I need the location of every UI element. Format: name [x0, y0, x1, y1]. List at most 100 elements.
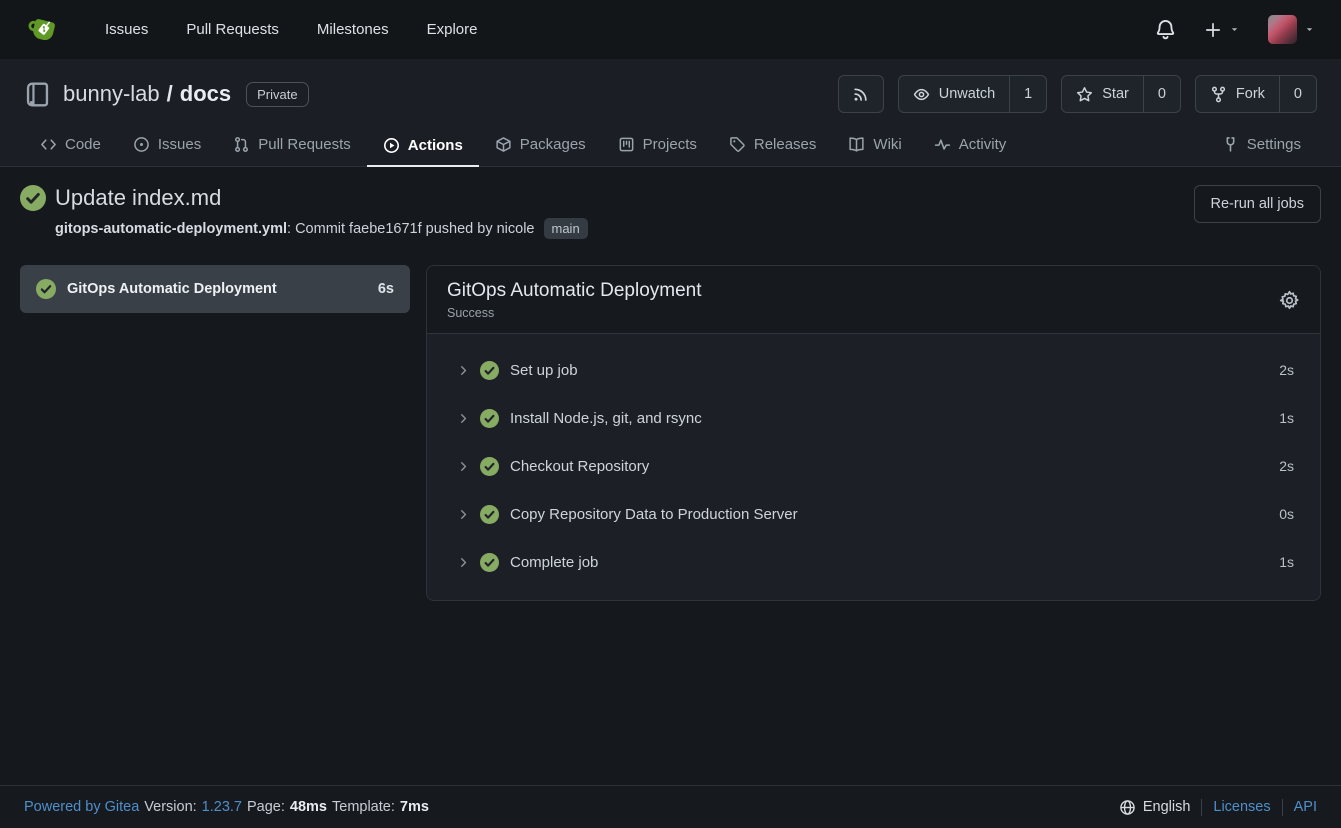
step-success-check-icon — [480, 409, 499, 428]
job-list-item-selected[interactable]: GitOps Automatic Deployment 6s — [20, 265, 410, 313]
step-row[interactable]: Set up job 2s — [427, 346, 1320, 394]
tab-wiki[interactable]: Wiki — [832, 123, 917, 166]
language-label: English — [1143, 799, 1191, 815]
step-success-check-icon — [480, 505, 499, 524]
plus-icon — [1204, 21, 1222, 39]
step-success-check-icon — [480, 457, 499, 476]
run-subtitle: gitops-automatic-deployment.yml : Commit… — [55, 218, 588, 239]
job-detail-panel: GitOps Automatic Deployment Success Set … — [426, 265, 1321, 601]
step-duration: 2s — [1279, 458, 1294, 474]
tab-label: Projects — [643, 136, 697, 153]
nav-link-issues[interactable]: Issues — [86, 21, 167, 38]
stars-count[interactable]: 0 — [1143, 76, 1180, 112]
chevron-right-icon[interactable] — [457, 412, 470, 425]
nav-link-milestones[interactable]: Milestones — [298, 21, 408, 38]
job-status-text: Success — [447, 306, 702, 320]
language-selector[interactable]: English — [1119, 799, 1191, 816]
package-cube-icon — [495, 136, 512, 153]
rss-icon — [852, 76, 869, 112]
tag-icon — [729, 136, 746, 153]
chevron-right-icon[interactable] — [457, 556, 470, 569]
job-detail-title: GitOps Automatic Deployment — [447, 280, 702, 302]
tab-actions[interactable]: Actions — [367, 124, 479, 167]
tab-pull-requests[interactable]: Pull Requests — [217, 123, 367, 166]
step-row[interactable]: Complete job 1s — [427, 538, 1320, 586]
star-button[interactable]: Star — [1062, 76, 1143, 112]
step-name: Install Node.js, git, and rsync — [510, 410, 1269, 427]
step-name: Copy Repository Data to Production Serve… — [510, 506, 1269, 523]
powered-by-gitea-link[interactable]: Powered by Gitea — [24, 799, 139, 815]
avatar — [1268, 15, 1297, 44]
rerun-all-jobs-button[interactable]: Re-run all jobs — [1194, 185, 1322, 223]
actions-run-page: Update index.md gitops-automatic-deploym… — [0, 167, 1341, 785]
template-label: Template: — [332, 799, 395, 815]
star-icon — [1076, 86, 1093, 103]
repo-header: bunny-lab / docs Private Unwatch 1 — [0, 59, 1341, 167]
issue-icon — [133, 136, 150, 153]
api-link[interactable]: API — [1294, 799, 1317, 815]
step-duration: 1s — [1279, 554, 1294, 570]
tab-label: Actions — [408, 137, 463, 154]
version-link[interactable]: 1.23.7 — [202, 799, 242, 815]
version-label: Version: — [144, 799, 196, 815]
tools-icon — [1222, 136, 1239, 153]
tab-label: Pull Requests — [258, 136, 351, 153]
unwatch-button[interactable]: Unwatch — [899, 76, 1009, 112]
footer-divider — [1282, 799, 1283, 816]
gitea-logo[interactable] — [26, 13, 60, 47]
fork-button[interactable]: Fork — [1196, 76, 1279, 112]
workflow-file-link[interactable]: gitops-automatic-deployment.yml — [55, 221, 287, 237]
job-detail-header: GitOps Automatic Deployment Success — [427, 266, 1320, 333]
step-duration: 1s — [1279, 410, 1294, 426]
globe-icon — [1119, 799, 1136, 816]
tab-code[interactable]: Code — [24, 123, 117, 166]
branch-badge[interactable]: main — [544, 218, 588, 239]
job-steps-list: Set up job 2s Install Node.js, git, and … — [427, 333, 1320, 600]
rss-feed-button[interactable] — [838, 75, 884, 113]
step-row[interactable]: Install Node.js, git, and rsync 1s — [427, 394, 1320, 442]
eye-icon — [913, 86, 930, 103]
step-row[interactable]: Copy Repository Data to Production Serve… — [427, 490, 1320, 538]
notifications-bell-icon[interactable] — [1155, 19, 1176, 40]
top-navbar: Issues Pull Requests Milestones Explore — [0, 0, 1341, 59]
run-title: Update index.md — [55, 185, 221, 211]
book-icon — [848, 136, 865, 153]
tab-releases[interactable]: Releases — [713, 123, 833, 166]
watchers-count[interactable]: 1 — [1009, 76, 1046, 112]
chevron-right-icon[interactable] — [457, 364, 470, 377]
fork-label: Fork — [1236, 86, 1265, 102]
footer-divider — [1201, 799, 1202, 816]
page-time: 48ms — [290, 799, 327, 815]
create-new-menu[interactable] — [1204, 21, 1240, 39]
step-name: Complete job — [510, 554, 1269, 571]
repo-action-buttons: Unwatch 1 Star 0 Fork 0 — [838, 75, 1317, 113]
unwatch-label: Unwatch — [939, 86, 995, 102]
tab-label: Activity — [959, 136, 1007, 153]
tab-label: Issues — [158, 136, 201, 153]
nav-link-pull-requests[interactable]: Pull Requests — [167, 21, 298, 38]
tab-packages[interactable]: Packages — [479, 123, 602, 166]
forks-count[interactable]: 0 — [1279, 76, 1316, 112]
tab-activity[interactable]: Activity — [918, 123, 1023, 166]
tab-projects[interactable]: Projects — [602, 123, 713, 166]
nav-link-explore[interactable]: Explore — [408, 21, 497, 38]
chevron-right-icon[interactable] — [457, 460, 470, 473]
step-success-check-icon — [480, 553, 499, 572]
licenses-link[interactable]: Licenses — [1213, 799, 1270, 815]
run-success-check-icon — [20, 185, 46, 211]
repo-name-link[interactable]: docs — [180, 81, 231, 107]
job-options-gear-icon[interactable] — [1279, 290, 1300, 311]
chevron-right-icon[interactable] — [457, 508, 470, 521]
tab-label: Settings — [1247, 136, 1301, 153]
fork-icon — [1210, 86, 1227, 103]
chevron-down-icon — [1229, 24, 1240, 35]
tab-settings[interactable]: Settings — [1206, 123, 1317, 166]
user-menu[interactable] — [1268, 15, 1315, 44]
step-success-check-icon — [480, 361, 499, 380]
repo-owner-link[interactable]: bunny-lab — [63, 81, 160, 107]
tab-issues[interactable]: Issues — [117, 123, 217, 166]
template-time: 7ms — [400, 799, 429, 815]
chevron-down-icon — [1304, 24, 1315, 35]
step-row[interactable]: Checkout Repository 2s — [427, 442, 1320, 490]
star-label: Star — [1102, 86, 1129, 102]
